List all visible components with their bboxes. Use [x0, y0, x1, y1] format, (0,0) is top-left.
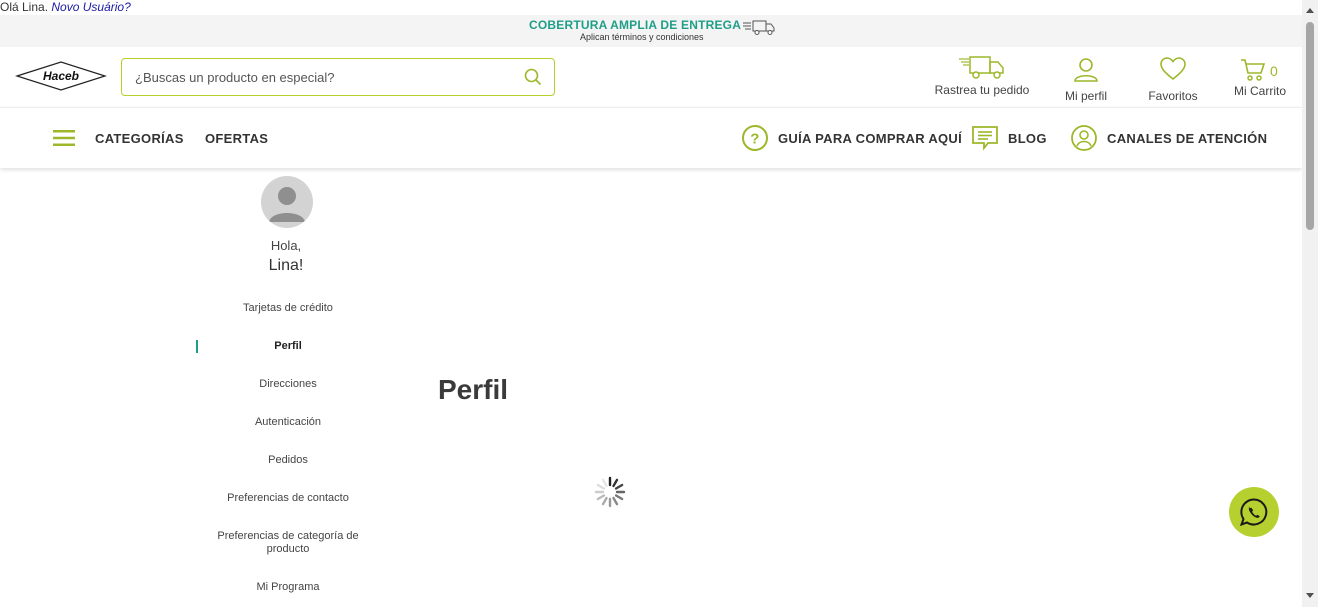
scroll-down-arrow-icon[interactable] — [1306, 593, 1314, 598]
header: Haceb Rastrea tu pedido Mi perfil — [0, 47, 1302, 107]
track-order-button[interactable]: Rastrea tu pedido — [932, 55, 1032, 97]
hamburger-menu-icon — [53, 130, 75, 146]
cart-icon — [1241, 59, 1266, 81]
search-icon[interactable] — [524, 68, 542, 86]
message-icon — [972, 126, 998, 151]
favorites-label: Favoritos — [1148, 89, 1198, 103]
delivery-truck-icon — [743, 20, 775, 35]
page-scrollbar[interactable] — [1302, 0, 1318, 607]
sidebar-item-contact-preferences[interactable]: Preferencias de contacto — [196, 492, 380, 505]
sidebar-item-profile[interactable]: Perfil — [196, 340, 380, 353]
logo-text: Haceb — [43, 69, 79, 83]
promo-bar: COBERTURA AMPLIA DE ENTREGA Aplican térm… — [0, 15, 1302, 47]
whatsapp-chat-button[interactable] — [1229, 487, 1279, 537]
promo-subtitle: Aplican términos y condiciones — [580, 32, 704, 42]
categories-label: CATEGORÍAS — [95, 130, 184, 146]
greeting-bar: Olá Lina. Novo Usuário? — [0, 0, 131, 15]
my-profile-label: Mi perfil — [1064, 89, 1107, 103]
service-channels-link[interactable]: CANALES DE ATENCIÓN — [1070, 108, 1267, 168]
greeting-text: Olá Lina. — [0, 0, 49, 14]
sidebar-item-credit-cards[interactable]: Tarjetas de crédito — [196, 302, 380, 315]
cart-count-badge: 0 — [1270, 63, 1278, 79]
favorites-button[interactable]: Favoritos — [1143, 55, 1203, 103]
haceb-logo[interactable]: Haceb — [15, 60, 107, 92]
buying-guide-link[interactable]: ? GUÍA PARA COMPRAR AQUÍ — [741, 108, 962, 168]
greeting-name: Lina! — [268, 257, 304, 274]
sidebar-item-authentication[interactable]: Autenticación — [196, 416, 380, 429]
user-avatar-icon — [269, 187, 305, 222]
my-profile-button[interactable]: Mi perfil — [1058, 55, 1114, 103]
cart-label: Mi Carrito — [1233, 84, 1286, 98]
sidebar-item-category-preferences[interactable]: Preferencias de categoría de producto — [196, 530, 380, 556]
categories-menu[interactable]: CATEGORÍAS — [53, 108, 184, 168]
svg-text:?: ? — [750, 131, 759, 148]
promo-title: COBERTURA AMPLIA DE ENTREGA — [529, 18, 742, 32]
cart-button[interactable]: 0 Mi Carrito — [1230, 55, 1290, 98]
new-user-link[interactable]: Novo Usuário? — [51, 0, 130, 14]
search-box — [121, 58, 555, 96]
greeting-hola: Hola, — [270, 238, 302, 253]
whatsapp-icon — [1239, 498, 1268, 527]
sidebar-item-orders[interactable]: Pedidos — [196, 454, 380, 467]
blog-label: BLOG — [1008, 130, 1047, 146]
sidebar-item-my-program[interactable]: Mi Programa — [196, 581, 380, 594]
page-title: Perfil — [438, 374, 509, 405]
delivery-truck-icon — [959, 56, 1004, 79]
heart-icon — [1160, 57, 1186, 81]
avatar — [261, 176, 313, 228]
scroll-up-arrow-icon[interactable] — [1306, 8, 1314, 13]
question-circle-icon: ? — [742, 125, 768, 151]
sidebar-item-addresses[interactable]: Direcciones — [196, 378, 380, 391]
service-channels-label: CANALES DE ATENCIÓN — [1107, 130, 1268, 146]
user-circle-icon — [1071, 125, 1097, 151]
blog-link[interactable]: BLOG — [971, 108, 1047, 168]
user-icon — [1074, 58, 1098, 82]
offers-link[interactable]: OFERTAS — [205, 108, 268, 168]
search-input[interactable] — [135, 68, 515, 86]
track-order-label: Rastrea tu pedido — [934, 83, 1030, 97]
buying-guide-label: GUÍA PARA COMPRAR AQUÍ — [778, 130, 963, 146]
main-nav: CATEGORÍAS OFERTAS ? GUÍA PARA COMPRAR A… — [0, 107, 1302, 168]
scrollbar-thumb[interactable] — [1306, 22, 1314, 230]
loading-spinner-icon — [594, 476, 626, 508]
